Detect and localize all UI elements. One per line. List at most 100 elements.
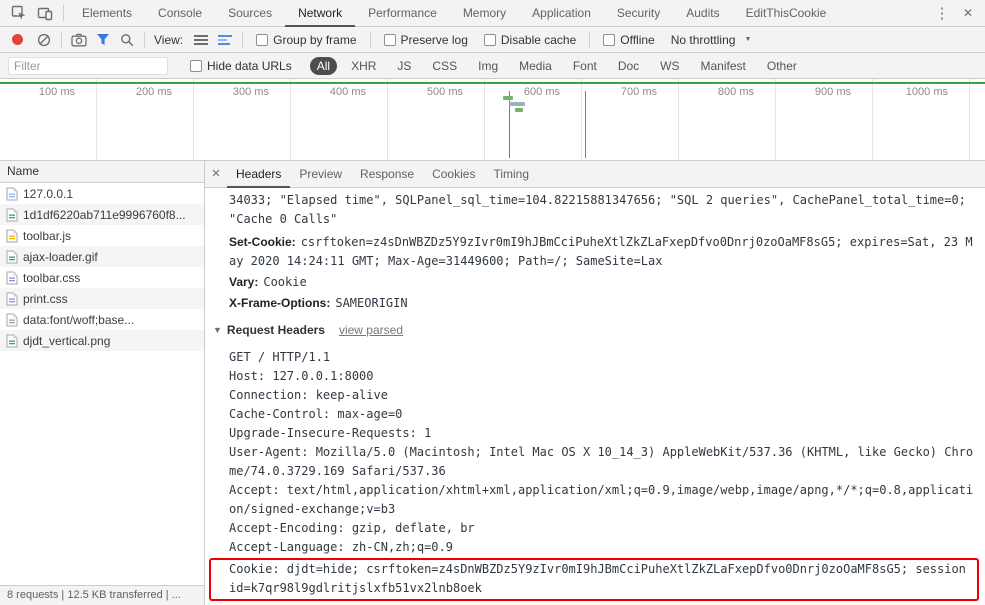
hide-data-urls-checkbox[interactable]: Hide data URLs — [190, 59, 292, 73]
request-name: data:font/woff;base... — [23, 312, 135, 327]
group-by-frame-label: Group by frame — [273, 32, 357, 47]
tab-application[interactable]: Application — [519, 0, 604, 27]
view-parsed-link[interactable]: view parsed — [339, 321, 403, 340]
tab-elements[interactable]: Elements — [69, 0, 145, 27]
kebab-menu-icon[interactable]: ⋮ — [929, 0, 955, 26]
close-details-icon[interactable]: × — [205, 161, 227, 187]
pill-doc[interactable]: Doc — [611, 57, 646, 75]
tab-network[interactable]: Network — [285, 0, 355, 27]
view-overview-icon[interactable] — [213, 28, 237, 52]
details-tabbar: × Headers Preview Response Cookies Timin… — [205, 161, 985, 188]
chevron-down-icon: ▼ — [744, 36, 752, 43]
inspect-element-icon[interactable] — [6, 0, 32, 26]
device-toolbar-icon[interactable] — [32, 0, 58, 26]
tab-audits[interactable]: Audits — [673, 0, 732, 27]
image-icon — [6, 208, 18, 222]
network-overview[interactable]: 100 ms 200 ms 300 ms 400 ms 500 ms 600 m… — [0, 79, 985, 161]
offline-checkbox[interactable]: Offline — [603, 32, 655, 47]
cookie-header-highlighted: Cookie: djdt=hide; csrftoken=z4sDnWBZDz5… — [209, 558, 979, 601]
pill-ws[interactable]: WS — [653, 57, 686, 75]
pill-other[interactable]: Other — [760, 57, 804, 75]
checkbox-box[interactable] — [603, 33, 616, 46]
raw-header-line: Cache-Control: max-age=0 — [229, 407, 403, 421]
clear-icon[interactable] — [32, 28, 56, 52]
pill-all[interactable]: All — [309, 56, 338, 75]
checkbox-box[interactable] — [256, 33, 269, 46]
tab-timing[interactable]: Timing — [484, 161, 538, 188]
response-header-value-tail: 34033; "Elapsed time", SQLPanel_sql_time… — [229, 193, 966, 226]
network-summary-bar: 8 requests | 12.5 KB transferred | ... — [0, 585, 204, 605]
name-column-header[interactable]: Name — [0, 161, 204, 183]
request-row[interactable]: djdt_vertical.png — [0, 330, 204, 351]
image-icon — [6, 334, 18, 348]
tab-preview[interactable]: Preview — [290, 161, 351, 188]
request-row[interactable]: toolbar.css — [0, 267, 204, 288]
filter-funnel-icon[interactable] — [91, 28, 115, 52]
view-large-rows-icon[interactable] — [189, 28, 213, 52]
checkbox-box[interactable] — [383, 33, 396, 46]
checkbox-box[interactable] — [190, 59, 202, 72]
pill-img[interactable]: Img — [471, 57, 505, 75]
tick-label: 800 ms — [717, 86, 754, 98]
tick-label: 300 ms — [232, 86, 269, 98]
request-row[interactable]: 127.0.0.1 — [0, 183, 204, 204]
tick-label: 700 ms — [620, 86, 657, 98]
filter-input[interactable] — [8, 56, 168, 75]
checkbox-box[interactable] — [483, 33, 496, 46]
network-toolbar: View: Group by frame Preserve log Disabl… — [0, 27, 985, 53]
request-name: print.css — [23, 291, 68, 306]
pill-xhr[interactable]: XHR — [344, 57, 383, 75]
tab-sources[interactable]: Sources — [215, 0, 285, 27]
disable-cache-label: Disable cache — [500, 32, 577, 47]
request-list-pane: Name 127.0.0.1 1d1df6220ab711e9996760f8.… — [0, 161, 205, 605]
pill-css[interactable]: CSS — [425, 57, 464, 75]
request-row[interactable]: data:font/woff;base... — [0, 309, 204, 330]
request-details-pane: × Headers Preview Response Cookies Timin… — [205, 161, 985, 605]
group-by-frame-checkbox[interactable]: Group by frame — [256, 32, 357, 47]
request-name: 1d1df6220ab711e9996760f8... — [23, 207, 186, 222]
disclosure-triangle-icon[interactable]: ▼ — [213, 321, 222, 340]
tab-response[interactable]: Response — [351, 161, 423, 188]
request-row[interactable]: ajax-loader.gif — [0, 246, 204, 267]
request-row[interactable]: toolbar.js — [0, 225, 204, 246]
pill-js[interactable]: JS — [390, 57, 418, 75]
image-icon — [6, 250, 18, 264]
document-icon — [6, 187, 18, 201]
request-name: ajax-loader.gif — [23, 249, 98, 264]
tab-cookies[interactable]: Cookies — [423, 161, 484, 188]
close-devtools-icon[interactable]: ✕ — [955, 0, 981, 26]
tab-headers[interactable]: Headers — [227, 161, 290, 188]
pill-font[interactable]: Font — [566, 57, 604, 75]
tab-memory[interactable]: Memory — [450, 0, 519, 27]
divider — [144, 31, 145, 48]
raw-header-line: Accept: text/html,application/xhtml+xml,… — [229, 483, 974, 516]
capture-screenshots-icon[interactable] — [67, 28, 91, 52]
request-row[interactable]: 1d1df6220ab711e9996760f8... — [0, 204, 204, 225]
header-name: Vary: — [229, 275, 259, 289]
raw-request-headers: GET / HTTP/1.1 Host: 127.0.0.1:8000 Conn… — [209, 348, 979, 601]
header-name: Set-Cookie: — [229, 235, 296, 249]
request-row[interactable]: print.css — [0, 288, 204, 309]
devtools-window: Elements Console Sources Network Perform… — [0, 0, 985, 605]
tab-editthiscookie[interactable]: EditThisCookie — [733, 0, 840, 27]
pill-manifest[interactable]: Manifest — [694, 57, 753, 75]
raw-header-line: Accept-Encoding: gzip, deflate, br — [229, 521, 475, 535]
divider — [61, 31, 62, 48]
tab-security[interactable]: Security — [604, 0, 673, 27]
tab-console[interactable]: Console — [145, 0, 215, 27]
pill-media[interactable]: Media — [512, 57, 559, 75]
offline-label: Offline — [620, 32, 655, 47]
disable-cache-checkbox[interactable]: Disable cache — [483, 32, 577, 47]
request-name: toolbar.js — [23, 228, 72, 243]
record-button[interactable] — [12, 34, 23, 45]
search-icon[interactable] — [115, 28, 139, 52]
throttling-select[interactable]: No throttling ▼ — [671, 33, 752, 47]
waterfall-bar — [503, 96, 513, 100]
request-name: 127.0.0.1 — [23, 186, 74, 201]
tick-label: 100 ms — [38, 86, 75, 98]
divider — [63, 5, 64, 21]
preserve-log-checkbox[interactable]: Preserve log — [383, 33, 468, 47]
tab-performance[interactable]: Performance — [355, 0, 450, 27]
hide-data-urls-label: Hide data URLs — [207, 58, 292, 73]
response-header-x-frame-options: X-Frame-Options: SAMEORIGIN — [229, 294, 979, 313]
